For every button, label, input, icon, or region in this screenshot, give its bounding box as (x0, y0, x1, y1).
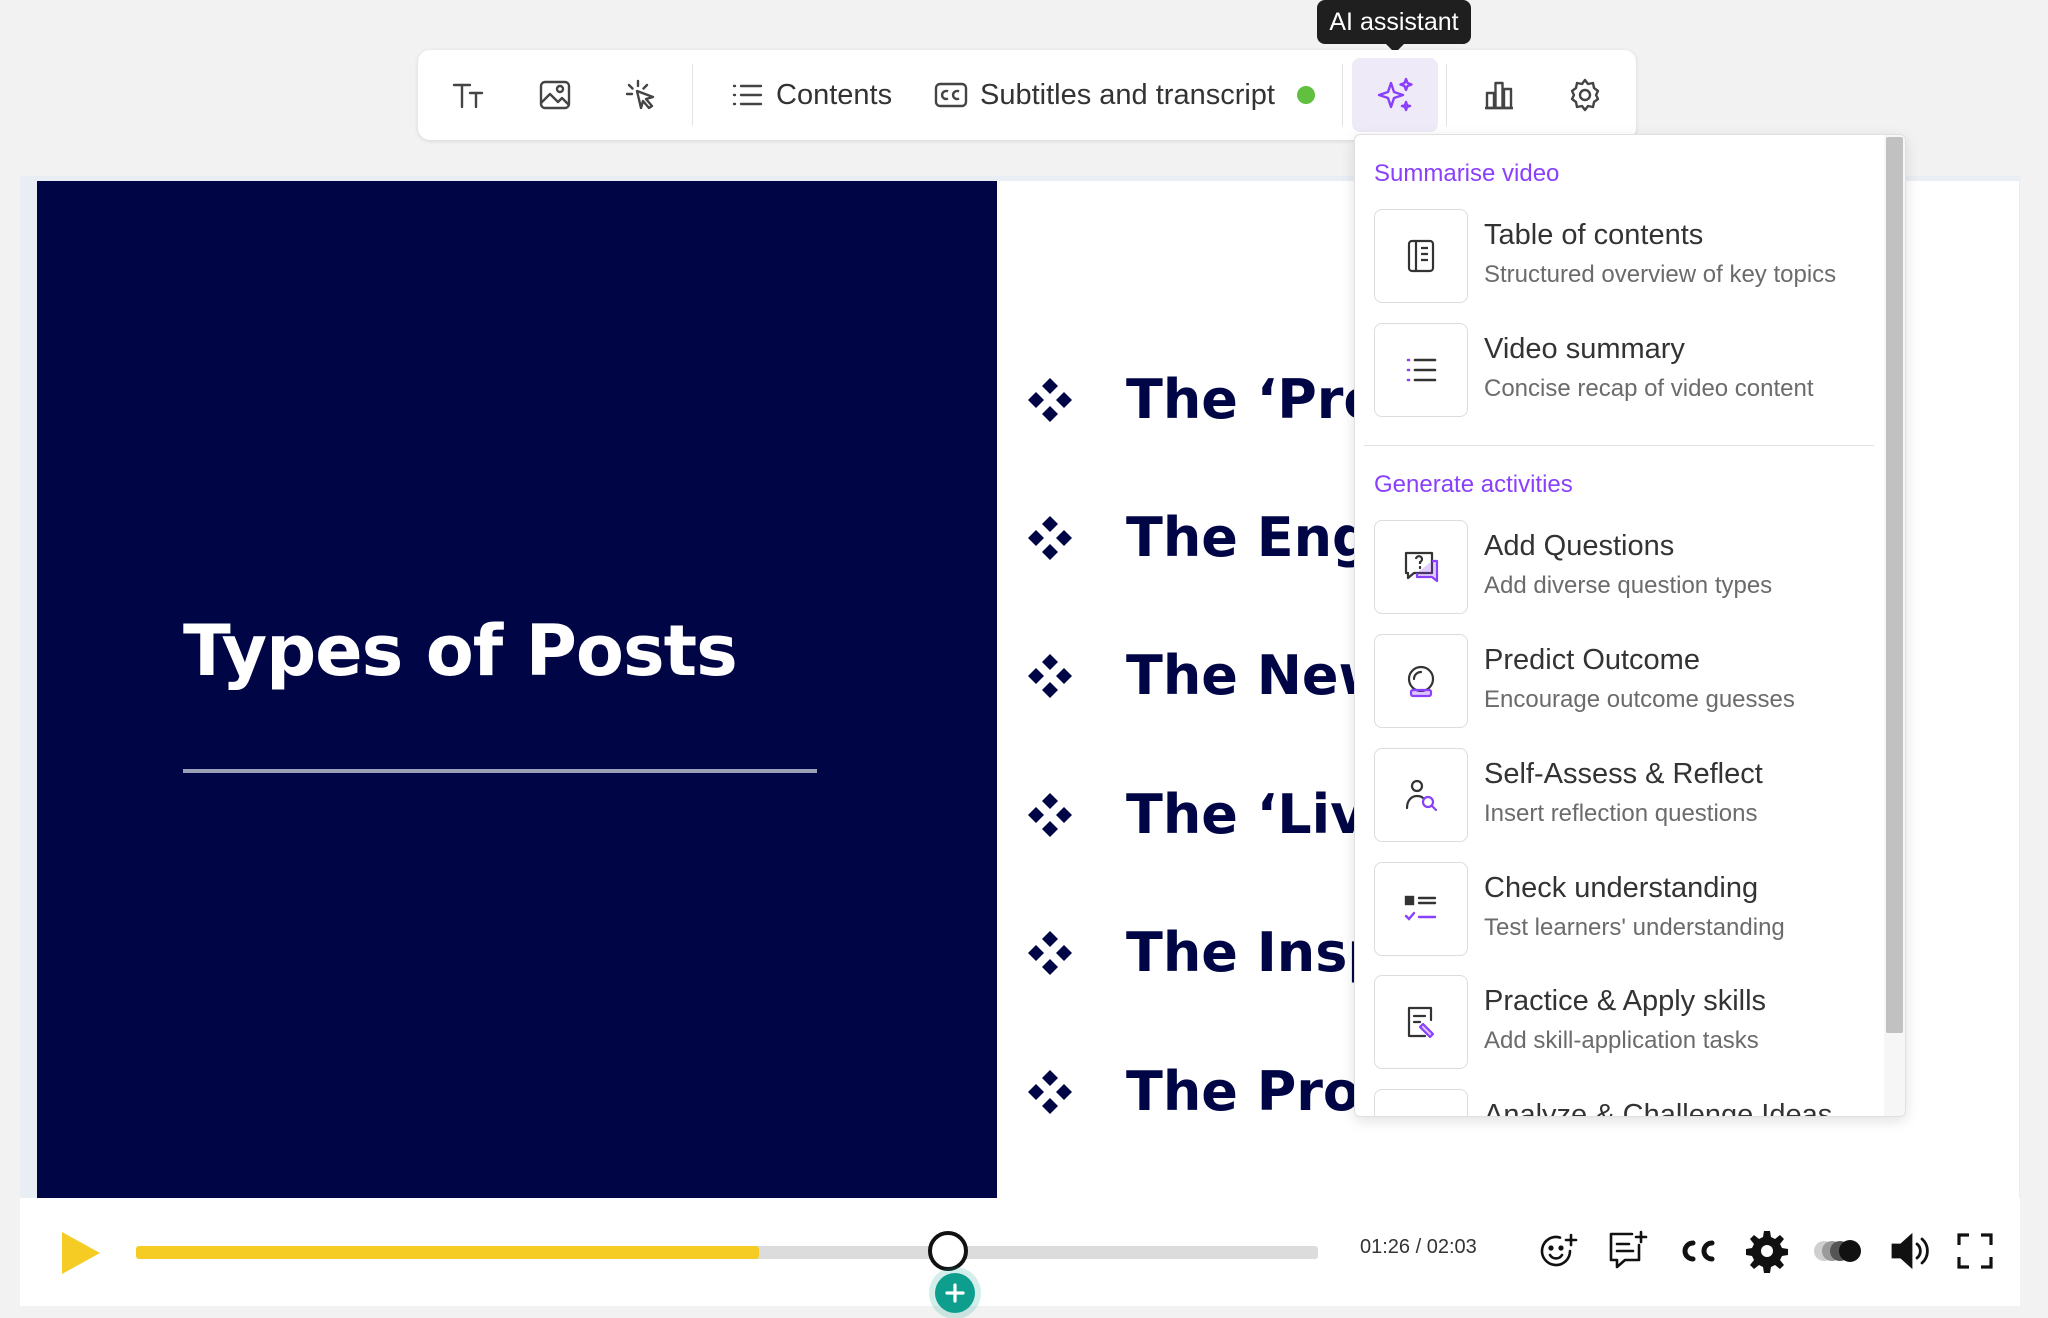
menu-item-table-of-contents[interactable]: Table of contents Structured overview of… (1374, 209, 1874, 305)
menu-item-description: Add diverse question types (1484, 572, 1773, 599)
book-index-icon (1407, 239, 1435, 273)
crystal-ball-icon (1407, 665, 1435, 698)
toolbar-divider (692, 64, 693, 126)
interaction-button[interactable] (606, 50, 676, 140)
playback-speed-toggle[interactable] (1812, 1226, 1868, 1276)
cursor-click-icon (625, 79, 655, 110)
text-size-icon (452, 83, 484, 109)
diamond-bullet-icon (1028, 793, 1072, 837)
ai-assistant-button[interactable] (1352, 58, 1438, 132)
video-player-controls: 01:26 / 02:03 (20, 1198, 2020, 1306)
document-edit-icon (1407, 1006, 1435, 1039)
diamond-bullet-icon (1028, 1070, 1072, 1114)
menu-item-label: Analyze & Challenge Ideas (1484, 1099, 1833, 1117)
menu-item-tile (1374, 862, 1468, 956)
plus-icon (945, 1283, 965, 1303)
ai-assistant-menu: Summarise video Table of contents Struct… (1354, 134, 1906, 1117)
menu-divider (1364, 445, 1874, 446)
menu-item-description: Encourage outcome guesses (1484, 686, 1795, 713)
activities-heading: Generate activities (1374, 471, 1573, 498)
list-icon (732, 84, 763, 106)
cc-icon (934, 82, 968, 108)
ai-assistant-tooltip: AI assistant (1317, 0, 1471, 44)
subtitles-label: Subtitles and transcript (980, 78, 1275, 111)
summarise-heading: Summarise video (1374, 160, 1560, 187)
slide-title: Types of Posts (183, 610, 738, 692)
menu-item-description: Concise recap of video content (1484, 375, 1814, 402)
progress-scrubber-handle[interactable] (928, 1231, 968, 1271)
fullscreen-button[interactable] (1950, 1226, 2000, 1276)
progress-track[interactable] (136, 1246, 1318, 1259)
add-comment-button[interactable] (1603, 1226, 1653, 1276)
editor-toolbar: Contents Subtitles and transcript (418, 50, 1636, 140)
menu-item-label: Predict Outcome (1484, 644, 1700, 676)
gear-icon (1746, 1231, 1788, 1273)
analytics-button[interactable] (1464, 50, 1534, 140)
sparkles-icon (1377, 77, 1413, 112)
bar-chart-icon (1485, 81, 1513, 110)
question-chat-icon (1404, 551, 1439, 583)
contents-label: Contents (776, 78, 893, 111)
captions-button[interactable] (1672, 1226, 1722, 1276)
player-settings-button[interactable] (1742, 1226, 1792, 1276)
menu-item-predict-outcome[interactable]: Predict Outcome Encourage outcome guesse… (1374, 634, 1874, 730)
menu-item-label: Add Questions (1484, 530, 1675, 562)
time-display: 01:26 / 02:03 (1360, 1236, 1477, 1258)
diamond-bullet-icon (1028, 516, 1072, 560)
cc-icon (1682, 1240, 1715, 1262)
checklist-icon (1404, 895, 1437, 921)
menu-scrollbar-thumb[interactable] (1886, 137, 1903, 1033)
toolbar-divider (1342, 64, 1343, 126)
menu-item-description: Test learners' understanding (1484, 914, 1785, 941)
subtitles-button[interactable]: Subtitles and transcript (934, 50, 1315, 140)
menu-item-label: Self-Assess & Reflect (1484, 758, 1763, 790)
subtitles-status-dot (1296, 86, 1315, 104)
slide-title-underline (183, 769, 817, 773)
settings-button[interactable] (1550, 50, 1620, 140)
comment-add-icon (1609, 1230, 1648, 1269)
toolbar-divider (1446, 64, 1447, 126)
volume-icon (1891, 1232, 1929, 1270)
menu-item-analyze-challenge[interactable]: Analyze & Challenge Ideas (1374, 1089, 1874, 1117)
menu-item-label: Video summary (1484, 333, 1685, 365)
person-search-icon (1405, 779, 1438, 812)
gear-icon (1570, 78, 1600, 112)
add-reaction-button[interactable] (1533, 1226, 1583, 1276)
volume-button[interactable] (1886, 1226, 1936, 1276)
menu-item-tile (1374, 209, 1468, 303)
play-button[interactable] (54, 1228, 104, 1278)
menu-item-label: Practice & Apply skills (1484, 985, 1767, 1017)
progress-fill (136, 1246, 759, 1259)
diamond-bullet-icon (1028, 378, 1072, 422)
image-button[interactable] (520, 50, 590, 140)
menu-item-tile (1374, 634, 1468, 728)
menu-item-tile (1374, 1089, 1468, 1116)
play-icon (62, 1232, 100, 1274)
menu-item-description: Add skill-application tasks (1484, 1027, 1759, 1054)
menu-item-add-questions[interactable]: Add Questions Add diverse question types (1374, 520, 1874, 616)
add-interaction-marker[interactable] (935, 1273, 975, 1313)
menu-item-description: Insert reflection questions (1484, 800, 1758, 827)
emoji-add-icon (1540, 1233, 1578, 1267)
menu-item-practice-apply[interactable]: Practice & Apply skills Add skill-applic… (1374, 975, 1874, 1071)
fullscreen-icon (1957, 1233, 1993, 1269)
menu-item-check-understanding[interactable]: Check understanding Test learners' under… (1374, 862, 1874, 958)
diamond-bullet-icon (1028, 654, 1072, 698)
text-size-button[interactable] (434, 50, 504, 140)
menu-item-self-assess[interactable]: Self-Assess & Reflect Insert reflection … (1374, 748, 1874, 844)
menu-item-video-summary[interactable]: Video summary Concise recap of video con… (1374, 323, 1874, 419)
list-icon (1406, 358, 1437, 382)
menu-item-tile (1374, 748, 1468, 842)
diamond-bullet-icon (1028, 931, 1072, 975)
menu-item-label: Table of contents (1484, 219, 1704, 251)
menu-item-label: Check understanding (1484, 872, 1759, 904)
speed-toggle-icon (1814, 1240, 1861, 1262)
menu-item-tile (1374, 520, 1468, 614)
contents-button[interactable]: Contents (730, 50, 892, 140)
menu-item-description: Structured overview of key topics (1484, 261, 1837, 288)
image-icon (539, 80, 571, 110)
menu-item-tile (1374, 323, 1468, 417)
menu-item-tile (1374, 975, 1468, 1069)
